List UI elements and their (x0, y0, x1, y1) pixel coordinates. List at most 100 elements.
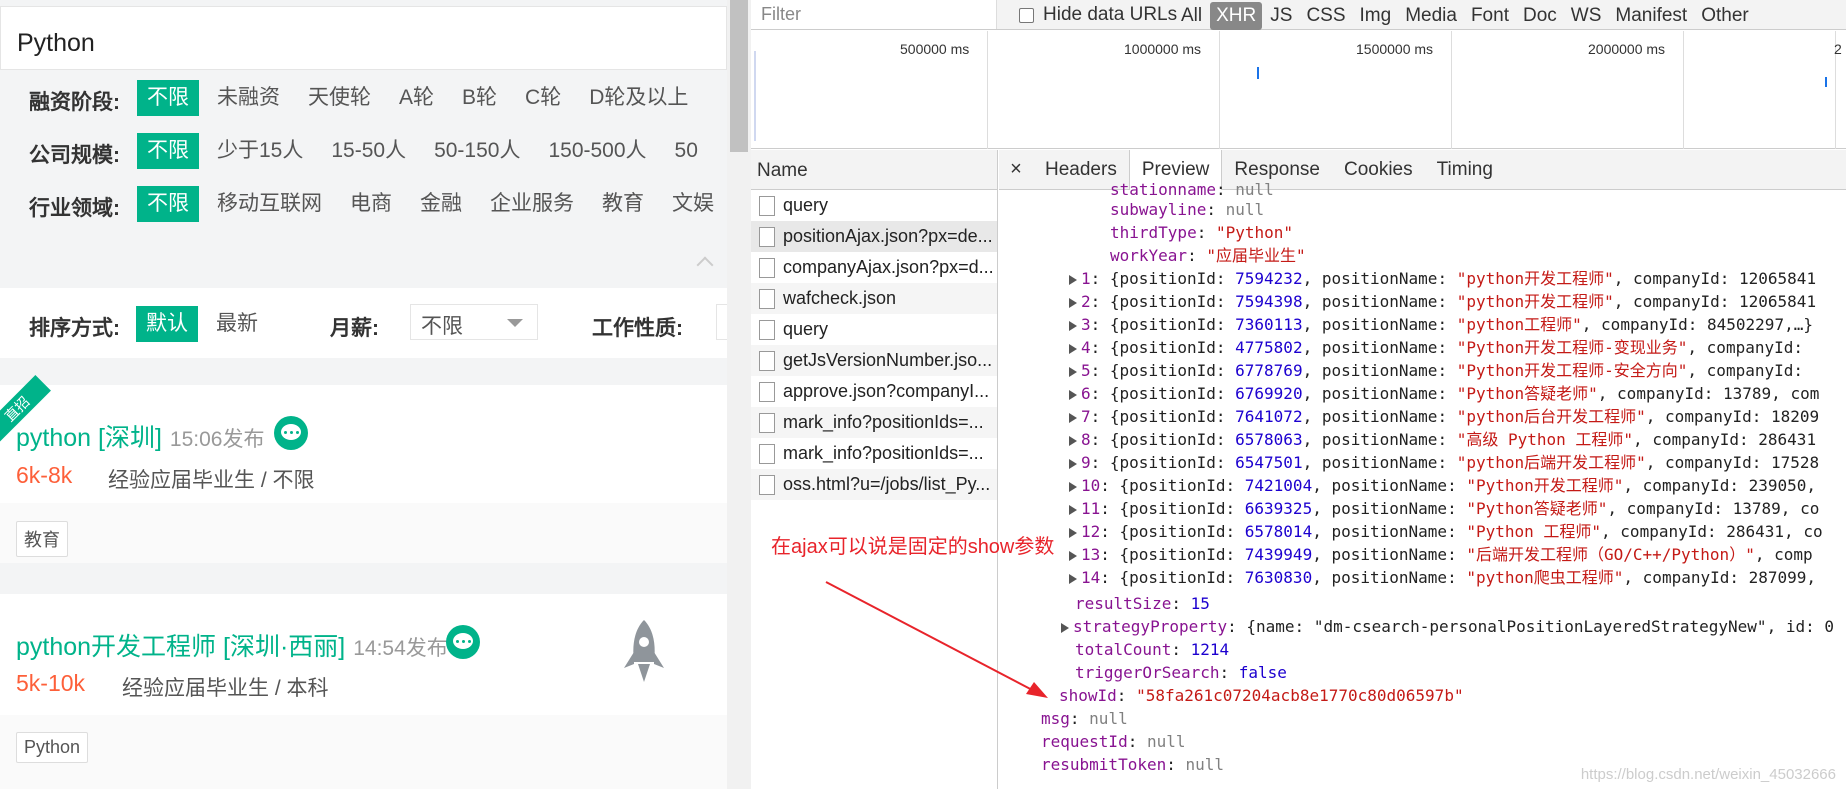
job-title-line[interactable]: python开发工程师 [深圳·西丽] 14:54发布 (16, 627, 448, 663)
type-filter-other[interactable]: Other (1695, 2, 1755, 30)
json-result-row[interactable]: 4: {positionId: 4775802, positionName: "… (1069, 336, 1803, 359)
filter-option[interactable]: 50-150人 (424, 133, 530, 169)
json-result-row[interactable]: 10: {positionId: 7421004, positionName: … (1069, 474, 1816, 497)
filter-option[interactable]: 文娱 (662, 186, 724, 222)
type-filter-manifest[interactable]: Manifest (1609, 2, 1693, 30)
filter-option[interactable]: 天使轮 (298, 80, 381, 116)
filter-option[interactable]: 未融资 (207, 80, 290, 116)
request-name: mark_info?positionIds=... (783, 443, 984, 463)
timeline-bar (1257, 67, 1259, 79)
type-filter-img[interactable]: Img (1354, 2, 1398, 30)
type-filter-font[interactable]: Font (1465, 2, 1515, 30)
page-scrollbar[interactable] (727, 0, 751, 789)
job-title[interactable]: python [深圳] (16, 424, 162, 452)
type-filter-ws[interactable]: WS (1565, 2, 1608, 30)
json-line: thirdType: "Python" (1110, 223, 1294, 242)
request-name: approve.json?companyI... (783, 381, 990, 401)
json-result-row[interactable]: 1: {positionId: 7594232, positionName: "… (1069, 267, 1816, 290)
request-row[interactable]: companyAjax.json?px=d... (751, 252, 997, 283)
json-result-row[interactable]: 12: {positionId: 6578014, positionName: … (1069, 520, 1823, 543)
request-row[interactable]: wafcheck.json (751, 283, 997, 314)
json-result-row[interactable]: 3: {positionId: 7360113, positionName: "… (1069, 313, 1813, 336)
filter-option[interactable]: 电商 (340, 186, 402, 222)
filter-option[interactable]: A轮 (389, 80, 444, 116)
scrollbar-thumb[interactable] (730, 0, 748, 152)
filter-option[interactable]: D轮及以上 (579, 80, 698, 116)
type-filter-doc[interactable]: Doc (1517, 2, 1563, 30)
request-row[interactable]: query (751, 190, 997, 221)
filter-input[interactable]: Filter (751, 0, 997, 29)
request-row[interactable]: query (751, 314, 997, 345)
type-filter-media[interactable]: Media (1399, 2, 1463, 30)
request-row[interactable]: oss.html?u=/jobs/list_Py... (751, 469, 997, 500)
network-timeline[interactable]: 500000 ms 1000000 ms 1500000 ms 2000000 … (751, 31, 1846, 149)
job-card[interactable]: python开发工程师 [深圳·西丽] 14:54发布 5k-10k 经验应届毕业… (0, 594, 727, 789)
worktype-label: 工作性质: (592, 317, 683, 340)
job-tag[interactable]: Python (16, 732, 89, 763)
filter-option[interactable]: 50 (665, 133, 708, 169)
job-tag[interactable]: 教育 (16, 521, 68, 557)
request-row[interactable]: mark_info?positionIds=... (751, 438, 997, 469)
tab-timing[interactable]: Timing (1425, 150, 1505, 190)
filter-option[interactable]: 150-500人 (538, 133, 656, 169)
job-title-line[interactable]: python [深圳] 15:06发布 (16, 418, 264, 454)
job-card[interactable]: python [深圳] 15:06发布 6k-8k 经验应届毕业生 / 不限 教育 (0, 385, 727, 563)
filter-option[interactable]: C轮 (515, 80, 571, 116)
file-icon (759, 350, 775, 371)
json-result-row[interactable]: 5: {positionId: 6778769, positionName: "… (1069, 359, 1803, 382)
filter-row-financing: 融资阶段: 不限 未融资 天使轮 A轮 B轮 C轮 D轮及以上 (0, 80, 727, 116)
json-result-row[interactable]: 8: {positionId: 6578063, positionName: "… (1069, 428, 1816, 451)
tick-label: 2000000 ms (1588, 41, 1666, 57)
request-row[interactable]: approve.json?companyI... (751, 376, 997, 407)
search-input[interactable]: Python (0, 6, 727, 70)
json-result-row[interactable]: 13: {positionId: 7439949, positionName: … (1069, 543, 1813, 566)
filter-option[interactable]: 移动互联网 (207, 186, 332, 222)
hide-data-urls-toggle[interactable]: Hide data URLs (1019, 4, 1177, 26)
timeline-bar (754, 51, 756, 141)
filter-option[interactable]: 教育 (592, 186, 654, 222)
request-row[interactable]: mark_info?positionIds=... (751, 407, 997, 438)
filter-option[interactable]: 少于15人 (207, 133, 313, 169)
filter-option[interactable]: 金融 (410, 186, 472, 222)
request-name: companyAjax.json?px=d... (783, 257, 994, 277)
sort-option-default[interactable]: 默认 (136, 306, 198, 342)
request-row[interactable]: positionAjax.json?px=de... (751, 221, 997, 252)
filter-option[interactable]: 15-50人 (321, 133, 416, 169)
job-requirement: 经验应届毕业生 / 不限 (108, 469, 315, 492)
json-result-row[interactable]: 2: {positionId: 7594398, positionName: "… (1069, 290, 1816, 313)
salary-label: 月薪: (330, 317, 379, 340)
tab-cookies[interactable]: Cookies (1332, 150, 1425, 190)
filter-option[interactable]: 不限 (137, 80, 199, 116)
type-filter-all[interactable]: All (1175, 2, 1208, 30)
type-filter-css[interactable]: CSS (1300, 2, 1351, 30)
json-line-showid: showId: "58fa261c07204acb8e1770c80d06597… (1059, 686, 1464, 705)
chat-icon[interactable] (446, 625, 480, 659)
filter-option[interactable]: 不限 (137, 186, 199, 222)
json-preview[interactable]: stationname: null subwayline: null third… (999, 180, 1846, 789)
close-icon[interactable]: × (999, 158, 1033, 181)
chat-icon[interactable] (274, 416, 308, 450)
filter-option[interactable]: 不限 (137, 133, 199, 169)
salary-select[interactable]: 不限 (410, 304, 538, 340)
worktype-select[interactable] (716, 304, 727, 340)
json-line[interactable]: strategyProperty: {name: "dm-csearch-per… (1061, 615, 1834, 638)
json-result-row[interactable]: 6: {positionId: 6769920, positionName: "… (1069, 382, 1819, 405)
filter-option[interactable]: 企业服务 (480, 186, 584, 222)
sort-bar: 排序方式: 默认 最新 月薪: 不限 工作性质: (0, 288, 727, 358)
checkbox[interactable] (1019, 7, 1034, 23)
timeline-tick: 2 (1834, 31, 1842, 149)
filter-option[interactable]: B轮 (452, 80, 507, 116)
sort-option-latest[interactable]: 最新 (206, 306, 268, 342)
collapse-filters-button[interactable] (683, 255, 727, 274)
json-result-row[interactable]: 11: {positionId: 6639325, positionName: … (1069, 497, 1819, 520)
name-column-header[interactable]: Name (751, 150, 997, 190)
annotation-text: 在ajax可以说是固定的show参数 (771, 536, 1055, 558)
type-filter-js[interactable]: JS (1264, 2, 1298, 30)
json-line: resultSize: 15 (1075, 594, 1210, 613)
json-result-row[interactable]: 9: {positionId: 6547501, positionName: "… (1069, 451, 1819, 474)
json-result-row[interactable]: 7: {positionId: 7641072, positionName: "… (1069, 405, 1819, 428)
request-row[interactable]: getJsVersionNumber.jso... (751, 345, 997, 376)
type-filter-xhr[interactable]: XHR (1210, 2, 1263, 30)
json-result-row[interactable]: 14: {positionId: 7630830, positionName: … (1069, 566, 1816, 589)
job-title[interactable]: python开发工程师 [深圳·西丽] (16, 633, 345, 661)
